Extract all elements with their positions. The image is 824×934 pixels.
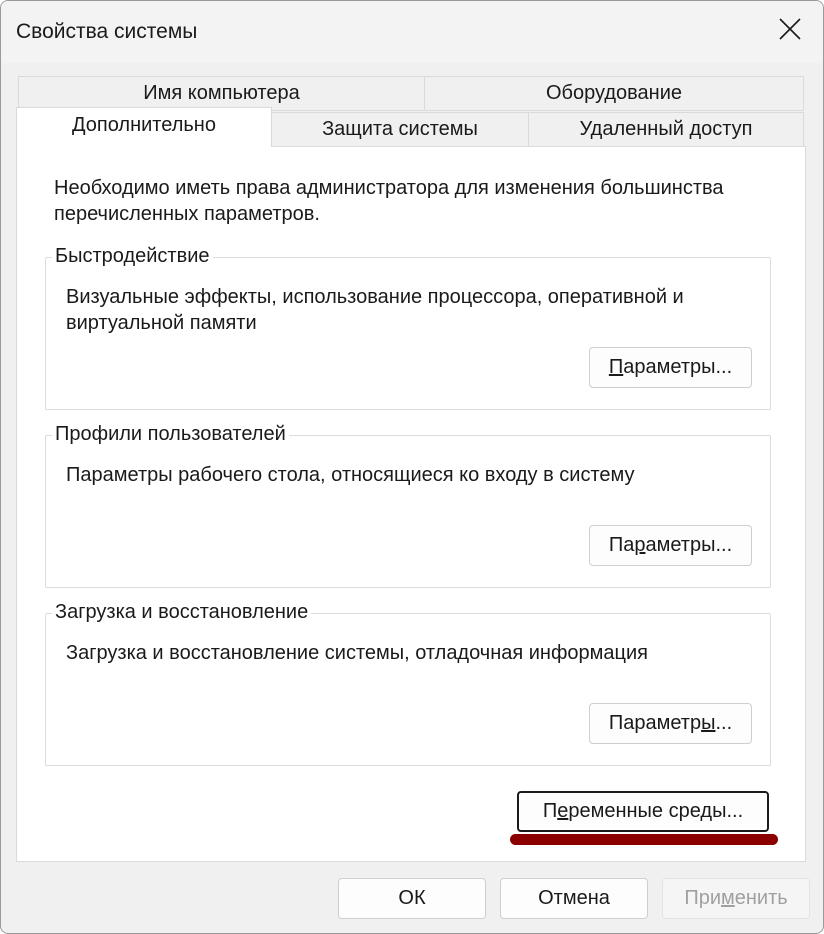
ok-button[interactable]: ОК [338,878,486,919]
button-label: Параметры... [608,356,733,378]
button-label: Параметры... [608,534,733,556]
startup-recovery-group: Загрузка и восстановление Загрузка и вос… [45,600,771,766]
access-key: П [608,356,624,378]
button-label: ОК [398,887,426,909]
group-description: Параметры рабочего стола, относящиеся ко… [66,464,635,486]
system-properties-window: Свойства системы Имя компьютера Оборудов… [0,0,824,934]
access-key: р [634,534,646,556]
group-title: Загрузка и восстановление [52,600,312,624]
tab-system-protection[interactable]: Защита системы [271,112,529,147]
close-button[interactable] [767,9,813,53]
highlight-underline [510,834,778,845]
performance-settings-button[interactable]: Параметры... [589,347,752,388]
tab-label: Оборудование [545,82,683,104]
startup-recovery-settings-button[interactable]: Параметры... [589,703,752,744]
environment-variables-button[interactable]: Переменные среды... [517,791,769,832]
tab-label: Дополнительно [72,114,216,136]
tab-label: Удаленный доступ [579,118,753,140]
button-label: Применить [684,887,788,909]
group-description: Визуальные эффекты, использование процес… [66,286,684,334]
access-key: м [721,887,735,909]
tab-remote-access[interactable]: Удаленный доступ [528,112,804,147]
group-description: Загрузка и восстановление системы, отлад… [66,642,649,664]
apply-button[interactable]: Применить [662,878,810,919]
window-title: Свойства системы [16,20,198,43]
user-profiles-group: Профили пользователей Параметры рабочего… [45,422,771,588]
tab-label: Имя компьютера [143,82,300,104]
button-label: Переменные среды... [542,800,744,822]
cancel-button[interactable]: Отмена [500,878,648,919]
tab-hardware[interactable]: Оборудование [424,76,804,111]
close-icon [778,17,802,46]
performance-group: Быстродействие Визуальные эффекты, испол… [45,244,771,410]
advanced-tab-panel: Необходимо иметь права администратора дл… [16,146,806,862]
button-label: Параметры... [608,712,733,734]
user-profiles-settings-button[interactable]: Параметры... [589,525,752,566]
title-bar[interactable]: Свойства системы [1,1,823,63]
tab-computer-name[interactable]: Имя компьютера [18,76,425,111]
tab-label: Защита системы [322,118,478,140]
tab-advanced[interactable]: Дополнительно [16,107,272,147]
button-label: Отмена [538,887,610,909]
access-key: е [557,800,569,822]
group-title: Быстродействие [52,244,213,268]
access-key: ы [701,712,716,734]
group-title: Профили пользователей [52,422,289,446]
admin-rights-note: Необходимо иметь права администратора дл… [54,177,724,225]
